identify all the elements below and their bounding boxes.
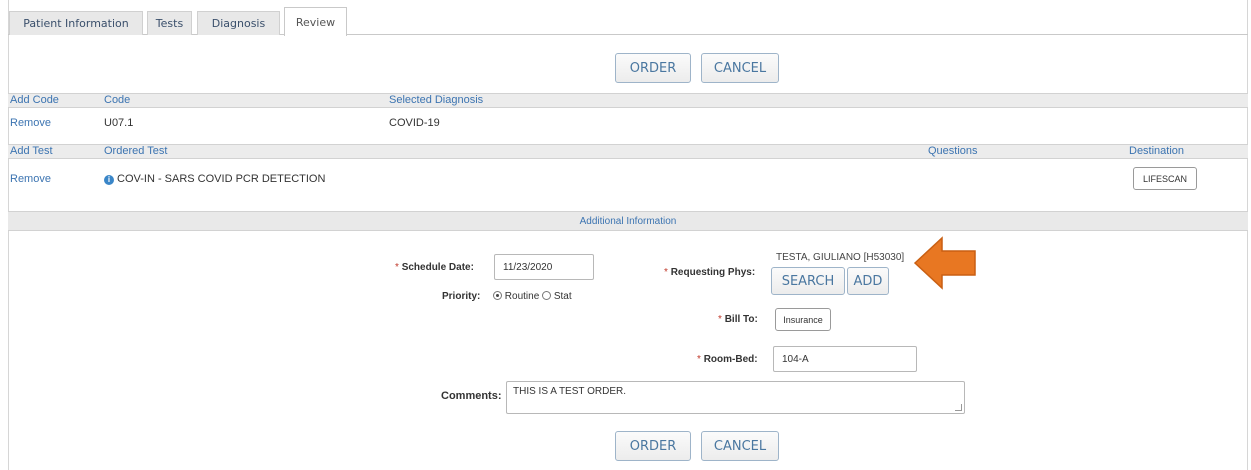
ordered-test-name: COV-IN - SARS COVID PCR DETECTION — [117, 173, 326, 185]
questions-column-header: Questions — [928, 145, 978, 157]
tab-label: Review — [295, 15, 336, 29]
search-label: SEARCH — [781, 273, 835, 289]
bill-to-label: * Bill To: — [718, 314, 758, 325]
room-bed-label-text: Room-Bed: — [703, 354, 758, 365]
cancel-button-bottom[interactable]: CANCEL — [701, 431, 779, 461]
info-icon[interactable]: i — [104, 175, 114, 185]
required-marker: * — [718, 314, 722, 325]
tests-header-row — [8, 144, 1248, 159]
room-bed-label: * Room-Bed: — [697, 354, 758, 365]
room-bed-input[interactable]: 104-A — [773, 346, 917, 372]
diagnosis-header-row — [8, 93, 1248, 108]
tab-bar: Patient Information Tests Diagnosis Revi… — [8, 7, 1248, 36]
add-code-link[interactable]: Add Code — [10, 94, 59, 106]
required-marker: * — [697, 354, 701, 365]
room-bed-value: 104-A — [782, 353, 809, 365]
cancel-label: CANCEL — [713, 60, 767, 76]
priority-routine-radio[interactable] — [493, 291, 502, 300]
requesting-phys-label-text: Requesting Phys: — [670, 267, 756, 278]
destination-column-header: Destination — [1129, 145, 1185, 157]
priority-label-text: Priority: — [442, 291, 481, 302]
bill-to-label-text: Bill To: — [724, 314, 758, 325]
destination-lifescan-button[interactable]: LIFESCAN — [1133, 167, 1197, 190]
requesting-phys-label: * Requesting Phys: — [664, 267, 755, 278]
add-physician-button[interactable]: ADD — [847, 267, 889, 295]
ordered-test-column-header: Ordered Test — [104, 145, 168, 157]
bill-to-select[interactable]: Insurance — [775, 308, 831, 331]
orange-arrow-icon — [913, 236, 976, 290]
requesting-physician-value: TESTA, GIULIANO [H53030] — [776, 252, 905, 263]
required-marker: * — [395, 262, 399, 273]
resize-handle-icon[interactable] — [955, 404, 962, 411]
bill-to-value: Insurance — [783, 314, 823, 325]
cancel-label: CANCEL — [713, 438, 767, 454]
priority-stat-radio[interactable] — [542, 291, 552, 300]
order-button-top[interactable]: ORDER — [615, 53, 691, 83]
additional-information-title: Additional Information — [579, 215, 677, 227]
add-test-link[interactable]: Add Test — [10, 145, 53, 157]
comments-label: Comments: — [441, 390, 502, 402]
priority-label: Priority: — [442, 291, 480, 302]
cancel-button-top[interactable]: CANCEL — [701, 53, 779, 83]
order-button-bottom[interactable]: ORDER — [615, 431, 691, 461]
schedule-date-label-text: Schedule Date: — [401, 262, 474, 273]
tab-diagnosis[interactable]: Diagnosis — [197, 11, 280, 35]
remove-test-link[interactable]: Remove — [10, 173, 51, 185]
priority-options: Routine Stat — [493, 291, 572, 302]
remove-diagnosis-link[interactable]: Remove — [10, 117, 51, 129]
tab-patient-information[interactable]: Patient Information — [9, 11, 143, 35]
additional-information-header: Additional Information — [8, 211, 1248, 231]
comments-textarea[interactable]: THIS IS A TEST ORDER. — [506, 381, 965, 414]
destination-label: LIFESCAN — [1142, 173, 1187, 184]
diagnosis-code: U07.1 — [104, 117, 134, 129]
order-label: ORDER — [629, 438, 677, 454]
required-marker: * — [664, 267, 668, 278]
tab-divider — [8, 34, 1248, 35]
schedule-date-input[interactable]: 11/23/2020 — [494, 254, 594, 280]
tab-label: Diagnosis — [211, 17, 266, 30]
add-label: ADD — [853, 273, 883, 289]
ordered-test-item: i COV-IN - SARS COVID PCR DETECTION — [104, 173, 325, 185]
comments-label-text: Comments: — [441, 390, 502, 402]
diagnosis-name: COVID-19 — [389, 117, 440, 129]
schedule-date-value: 11/23/2020 — [503, 261, 553, 273]
comments-value: THIS IS A TEST ORDER. — [513, 386, 626, 397]
selected-diagnosis-column-header: Selected Diagnosis — [389, 94, 484, 106]
order-label: ORDER — [629, 60, 677, 76]
code-column-header: Code — [104, 94, 131, 106]
tab-label: Tests — [155, 17, 184, 30]
priority-stat-label: Stat — [553, 291, 572, 302]
tab-review[interactable]: Review — [284, 7, 347, 36]
tab-label: Patient Information — [23, 17, 129, 30]
search-physician-button[interactable]: SEARCH — [771, 267, 845, 295]
schedule-date-label: * Schedule Date: — [395, 262, 474, 273]
priority-routine-label: Routine — [504, 291, 540, 302]
tab-tests[interactable]: Tests — [147, 11, 192, 35]
